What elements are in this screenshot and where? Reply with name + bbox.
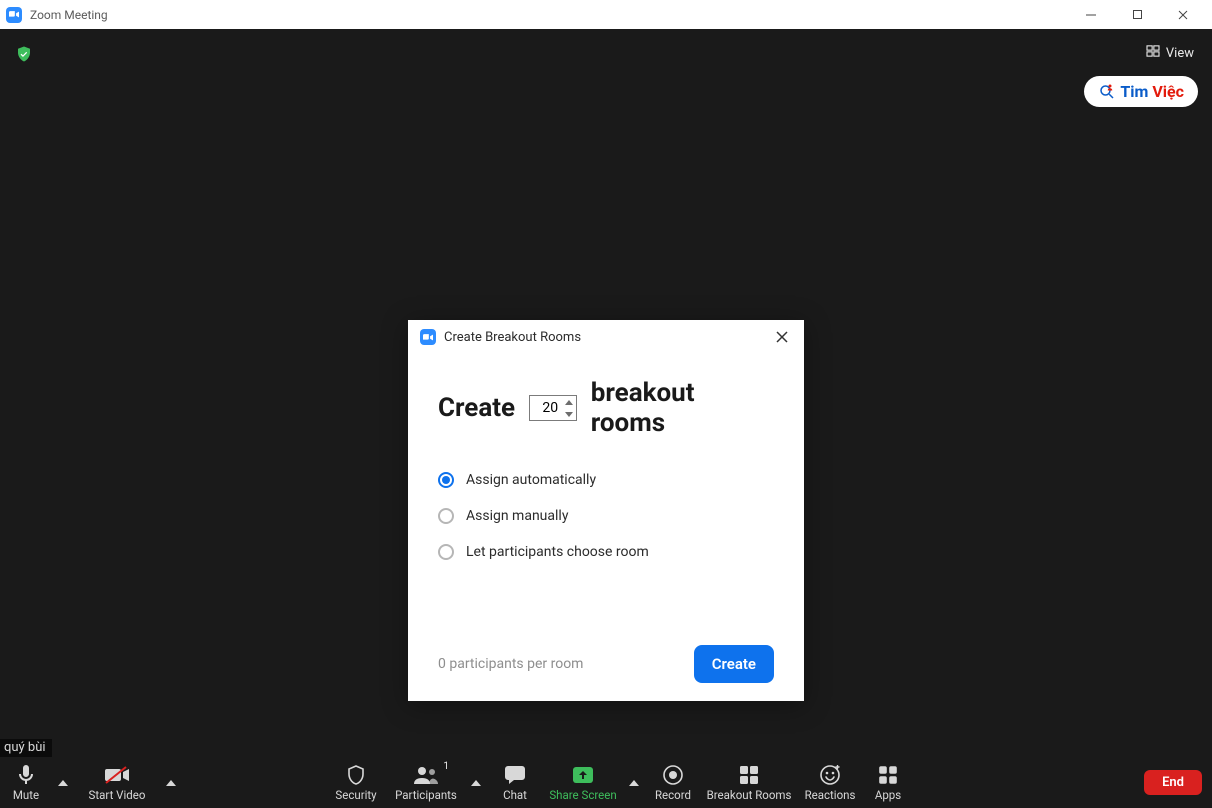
share-screen-label: Share Screen <box>549 788 616 802</box>
microphone-icon <box>18 764 34 786</box>
breakout-rooms-icon <box>739 764 759 786</box>
watermark-text-2: Việc <box>1152 82 1184 101</box>
zoom-app-icon <box>420 329 436 345</box>
participants-per-room-text: 0 participants per room <box>438 656 583 672</box>
window-title: Zoom Meeting <box>30 8 108 22</box>
start-video-label: Start Video <box>89 788 146 802</box>
apps-icon <box>878 764 898 786</box>
security-button[interactable]: Security <box>325 757 387 808</box>
grid-icon <box>1146 45 1160 61</box>
timviec-logo-icon <box>1098 83 1116 101</box>
window-maximize-button[interactable] <box>1114 0 1160 29</box>
breakout-rooms-label: Breakout Rooms <box>707 788 792 802</box>
zoom-app-icon <box>6 7 22 23</box>
mute-options-chevron[interactable] <box>52 757 74 808</box>
room-count-down[interactable] <box>562 408 576 420</box>
dialog-footer: 0 participants per room Create <box>408 641 804 701</box>
room-count-input[interactable] <box>530 397 560 419</box>
video-off-icon <box>105 764 129 786</box>
participants-button[interactable]: 1 Participants <box>387 757 465 808</box>
share-screen-button[interactable]: Share Screen <box>543 757 623 808</box>
breakout-rooms-button[interactable]: Breakout Rooms <box>701 757 797 808</box>
chat-icon <box>505 764 525 786</box>
create-button[interactable]: Create <box>694 645 774 683</box>
dialog-title: Create Breakout Rooms <box>444 330 581 345</box>
let-participants-choose-option[interactable]: Let participants choose room <box>438 544 774 560</box>
security-label: Security <box>335 788 376 802</box>
dialog-body: Create breakout rooms Assign automatical… <box>408 354 804 641</box>
self-name-tag: quý bùi <box>0 739 52 757</box>
reactions-button[interactable]: Reactions <box>797 757 863 808</box>
dialog-close-button[interactable] <box>772 327 792 347</box>
people-icon <box>414 764 438 786</box>
create-breakout-rooms-dialog: Create Breakout Rooms Create breakout ro… <box>408 320 804 701</box>
participants-count: 1 <box>443 761 449 772</box>
watermark-text-1: Tim <box>1120 82 1148 101</box>
record-button[interactable]: Record <box>645 757 701 808</box>
participants-label: Participants <box>395 788 457 802</box>
reactions-icon <box>820 764 840 786</box>
radio-icon <box>438 472 454 488</box>
share-screen-icon <box>572 764 594 786</box>
apps-label: Apps <box>875 788 901 802</box>
video-options-chevron[interactable] <box>160 757 182 808</box>
share-options-chevron[interactable] <box>623 757 645 808</box>
room-count-up[interactable] <box>562 396 576 408</box>
apps-button[interactable]: Apps <box>863 757 913 808</box>
mute-label: Mute <box>13 788 39 802</box>
encryption-shield-icon[interactable] <box>14 44 34 64</box>
participants-options-chevron[interactable] <box>465 757 487 808</box>
room-count-stepper[interactable] <box>529 395 577 421</box>
reactions-label: Reactions <box>805 788 856 802</box>
create-line: Create breakout rooms <box>438 378 774 438</box>
watermark-badge: TimViệc <box>1084 76 1198 107</box>
assign-automatically-option[interactable]: Assign automatically <box>438 472 774 488</box>
end-button[interactable]: End <box>1144 770 1202 795</box>
create-suffix: breakout rooms <box>591 378 774 438</box>
chat-label: Chat <box>503 788 527 802</box>
window-titlebar: Zoom Meeting <box>0 0 1212 29</box>
view-label: View <box>1166 46 1194 61</box>
chat-button[interactable]: Chat <box>487 757 543 808</box>
option-label: Assign manually <box>466 508 568 524</box>
meeting-toolbar: Mute Start Video Security 1 Participants… <box>0 757 1212 808</box>
window-minimize-button[interactable] <box>1068 0 1114 29</box>
radio-icon <box>438 508 454 524</box>
view-button[interactable]: View <box>1138 41 1202 65</box>
create-prefix: Create <box>438 393 515 423</box>
assign-manually-option[interactable]: Assign manually <box>438 508 774 524</box>
mute-button[interactable]: Mute <box>0 757 52 808</box>
start-video-button[interactable]: Start Video <box>74 757 160 808</box>
option-label: Let participants choose room <box>466 544 649 560</box>
record-label: Record <box>655 788 691 802</box>
dialog-header: Create Breakout Rooms <box>408 320 804 354</box>
meeting-area: View TimViệc quý bùi Create Breakout Roo… <box>0 29 1212 757</box>
window-close-button[interactable] <box>1160 0 1206 29</box>
record-icon <box>663 764 683 786</box>
option-label: Assign automatically <box>466 472 596 488</box>
shield-icon <box>347 764 365 786</box>
radio-icon <box>438 544 454 560</box>
